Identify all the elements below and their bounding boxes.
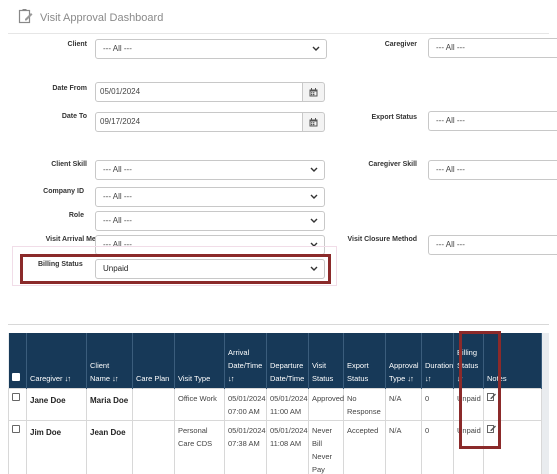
client-skill-label: Client Skill — [51, 161, 87, 168]
visit-status-cell: Approved — [308, 387, 344, 421]
col-caregiver[interactable]: Caregiver ↓↑ — [26, 333, 87, 388]
client-select[interactable]: --- All --- — [95, 39, 327, 59]
select-all-header[interactable] — [8, 333, 27, 388]
company-id-label: Company ID — [43, 188, 84, 195]
col-duration[interactable]: Duration ↓↑ — [421, 333, 454, 388]
approval-type-cell: N/A — [385, 419, 422, 474]
visit-closure-method-label: Visit Closure Method — [347, 236, 418, 243]
col-arrival[interactable]: Arrival Date/Time ↓↑ — [224, 333, 267, 388]
visit-closure-method-select[interactable]: --- All --- — [428, 235, 557, 255]
departure-cell: 05/01/2024 11:00 AM — [266, 387, 309, 421]
export-status-cell: No Response — [343, 387, 386, 421]
arrival-cell: 05/01/2024 07:00 AM — [224, 387, 267, 421]
client-cell[interactable]: Jean Doe — [86, 419, 133, 474]
visit-closure-method-select-value: --- All --- — [436, 240, 465, 249]
chevron-down-icon — [312, 41, 320, 57]
duration-cell: 0 — [421, 419, 454, 474]
departure-cell: 05/01/2024 11:08 AM — [266, 419, 309, 474]
care-plan-cell — [132, 419, 175, 474]
role-select[interactable]: --- All --- — [95, 211, 325, 231]
caregiver-skill-label: Caregiver Skill — [368, 161, 417, 168]
sort-icon: ↓↑ — [407, 373, 413, 383]
export-status-cell: Accepted — [343, 419, 386, 474]
sort-icon: ↓↑ — [64, 373, 71, 383]
col-departure[interactable]: Departure Date/Time — [266, 333, 309, 388]
caregiver-label: Caregiver — [384, 41, 417, 48]
visit-type-cell: Personal Care CDS — [174, 419, 225, 474]
caregiver-select-value: --- All --- — [436, 43, 465, 52]
care-plan-cell — [132, 387, 175, 421]
section-divider — [8, 324, 549, 325]
date-from-calendar-button[interactable] — [303, 82, 325, 102]
visit-status-cell: Never Bill Never Pay — [308, 419, 344, 474]
duration-cell: 0 — [421, 387, 454, 421]
company-id-select[interactable]: --- All --- — [95, 187, 325, 207]
company-id-select-value: --- All --- — [103, 192, 132, 201]
approval-type-cell: N/A — [385, 387, 422, 421]
client-select-value: --- All --- — [103, 44, 132, 53]
role-label: Role — [68, 212, 84, 219]
page-title: Visit Approval Dashboard — [40, 12, 164, 24]
billing-status-highlight-box — [20, 254, 331, 284]
dashboard-edit-icon — [18, 9, 33, 24]
export-status-select[interactable]: --- All --- — [428, 111, 557, 131]
calendar-icon — [309, 88, 318, 97]
date-to-input[interactable]: 09/17/2024 — [95, 112, 303, 132]
caregiver-skill-select-value: --- All --- — [436, 165, 465, 174]
export-status-select-value: --- All --- — [436, 116, 465, 125]
billing-status-column-highlight-box — [459, 331, 501, 449]
visit-type-cell: Office Work — [174, 387, 225, 421]
arrival-cell: 05/01/2024 07:38 AM — [224, 419, 267, 474]
client-label: Client — [67, 41, 87, 48]
row-checkbox[interactable] — [12, 392, 20, 401]
client-skill-select-value: --- All --- — [103, 165, 132, 174]
row-select-cell[interactable] — [8, 387, 27, 421]
caregiver-cell[interactable]: Jane Doe — [26, 387, 87, 421]
col-visit-status[interactable]: Visit Status — [308, 333, 344, 388]
caregiver-select[interactable]: --- All --- — [428, 38, 557, 58]
export-status-label: Export Status — [371, 114, 417, 121]
date-from-label: Date From — [52, 85, 87, 92]
client-cell[interactable]: Maria Doe — [86, 387, 133, 421]
col-care-plan[interactable]: Care Plan — [132, 333, 175, 388]
chevron-down-icon — [310, 162, 318, 178]
row-checkbox[interactable] — [12, 424, 20, 433]
select-all-checkbox[interactable] — [11, 372, 20, 381]
caregiver-cell[interactable]: Jim Doe — [26, 419, 87, 474]
role-select-value: --- All --- — [103, 216, 132, 225]
col-visit-type[interactable]: Visit Type — [174, 333, 225, 388]
sort-icon: ↓↑ — [112, 373, 118, 383]
caregiver-skill-select[interactable]: --- All --- — [428, 160, 557, 180]
sort-icon: ↓↑ — [228, 373, 234, 383]
col-approval-type[interactable]: Approval Type ↓↑ — [385, 333, 422, 388]
date-to-label: Date To — [61, 113, 87, 120]
date-to-calendar-button[interactable] — [303, 112, 325, 132]
calendar-icon — [309, 118, 318, 127]
chevron-down-icon — [310, 189, 318, 205]
date-from-input[interactable]: 05/01/2024 — [95, 82, 303, 102]
client-skill-select[interactable]: --- All --- — [95, 160, 325, 180]
col-client-name[interactable]: Client Name ↓↑ — [86, 333, 133, 388]
chevron-down-icon — [310, 213, 318, 229]
sort-icon: ↓↑ — [425, 373, 431, 383]
row-select-cell[interactable] — [8, 419, 27, 474]
col-export-status[interactable]: Export Status — [343, 333, 386, 388]
title-divider — [8, 33, 549, 34]
